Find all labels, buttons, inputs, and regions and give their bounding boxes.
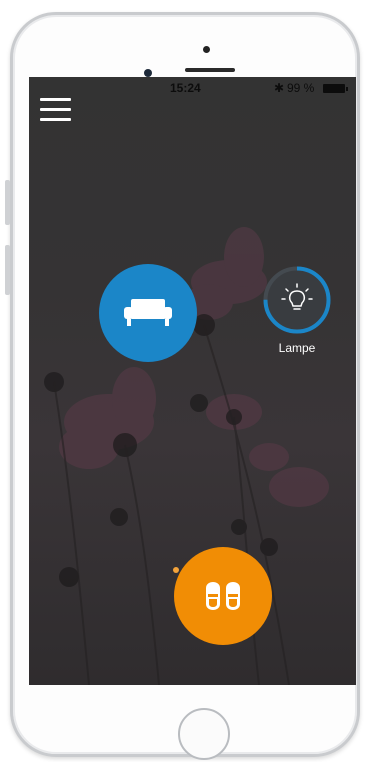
front-camera: [144, 69, 152, 77]
earpiece-speaker: [185, 68, 235, 72]
menu-line: [40, 118, 71, 121]
bluetooth-icon: ✱: [274, 81, 285, 95]
status-bar: 15:24 ✱ 99 %: [29, 77, 356, 99]
lamp-label: Lampe: [278, 341, 316, 355]
hamburger-menu-icon[interactable]: [40, 98, 72, 122]
menu-line: [40, 98, 71, 101]
volume-down-button[interactable]: [5, 245, 10, 295]
sofa-scene-button[interactable]: [99, 264, 197, 362]
slippers-scene-button[interactable]: [174, 547, 272, 645]
sofa-icon: [124, 299, 172, 326]
battery-percent: 99 %: [287, 81, 315, 95]
app-screen: 15:24 ✱ 99 % Lampe: [29, 77, 356, 685]
menu-line: [40, 108, 71, 111]
status-time: 15:24: [170, 81, 201, 95]
lamp-scene-button[interactable]: [262, 265, 332, 335]
front-sensor: [203, 46, 210, 53]
lamp-level-ring: [263, 266, 331, 334]
slippers-icon: [206, 582, 240, 610]
home-button[interactable]: [178, 708, 230, 760]
battery-icon: [323, 84, 348, 93]
volume-up-button[interactable]: [5, 180, 10, 225]
indicator-dot: [173, 567, 179, 573]
